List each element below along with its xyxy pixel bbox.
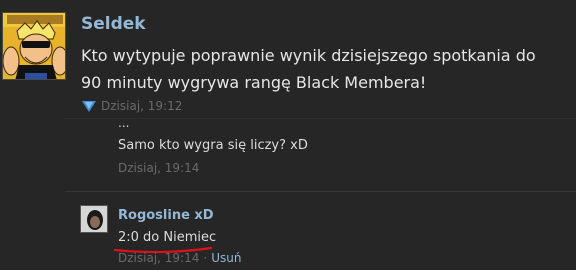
post-meta: Dzisiaj, 19:12 <box>81 98 182 114</box>
comment-meta: Dzisiaj, 19:14 · Usuń <box>118 251 241 265</box>
post-timestamp: Dzisiaj, 19:12 <box>101 99 183 113</box>
comment-timestamp: Dzisiaj, 19:14 <box>118 251 200 265</box>
comments-list: ... Samo kto wygra się liczy? xD Dzisiaj… <box>65 118 576 270</box>
author-avatar[interactable] <box>2 12 66 80</box>
post-text: Kto wytypuje poprawnie wynik dzisiejszeg… <box>81 46 536 92</box>
comment-text: Samo kto wygra się liczy? xD <box>118 138 308 153</box>
commenter-avatar[interactable] <box>80 205 108 233</box>
comment-divider <box>65 191 576 192</box>
delete-comment-link[interactable]: Usuń <box>211 251 241 265</box>
avatar-illustration <box>3 13 65 79</box>
commenter-name-link[interactable]: Rogosline xD <box>118 208 214 223</box>
post-author-link[interactable]: Seldek <box>81 14 146 34</box>
meta-separator: · <box>203 251 208 265</box>
like-icon[interactable] <box>81 98 97 114</box>
truncated-comment-line: ... <box>118 119 130 130</box>
comment-text: 2:0 do Niemiec <box>118 230 217 245</box>
comment-timestamp: Dzisiaj, 19:14 <box>118 161 200 175</box>
post-view: Seldek Kto wytypuje poprawnie wynik dzis… <box>0 0 576 270</box>
